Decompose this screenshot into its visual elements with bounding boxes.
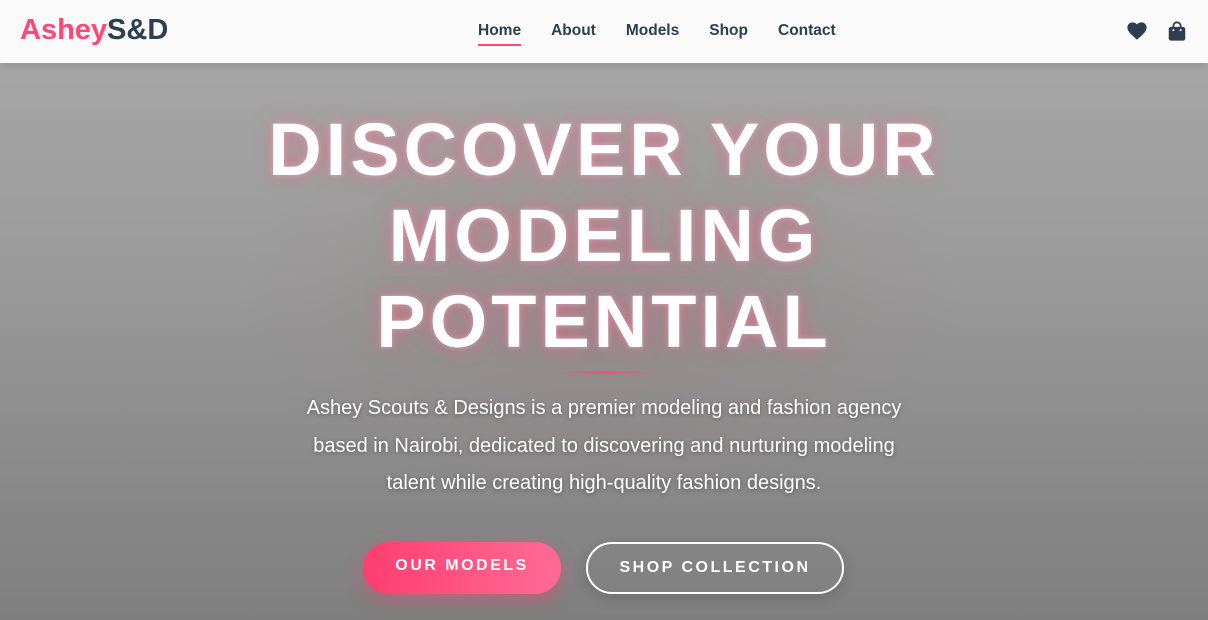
heart-icon[interactable] bbox=[1126, 20, 1148, 42]
shopping-bag-icon[interactable] bbox=[1166, 20, 1188, 42]
hero-title-line-2: MODELING bbox=[388, 194, 820, 277]
nav-link-about[interactable]: About bbox=[551, 22, 596, 44]
hero-title-line-3: POTENTIAL bbox=[376, 280, 832, 363]
brand-logo[interactable]: AsheyS&D bbox=[20, 14, 168, 47]
nav-link-contact[interactable]: Contact bbox=[778, 22, 836, 44]
our-models-button[interactable]: OUR MODELS bbox=[363, 542, 561, 594]
hero-title-line-1: DISCOVER YOUR bbox=[268, 108, 940, 191]
shop-collection-button[interactable]: SHOP COLLECTION bbox=[586, 542, 844, 594]
nav-link-home[interactable]: Home bbox=[478, 22, 522, 46]
title-divider bbox=[554, 371, 654, 374]
hero-section: DISCOVER YOUR MODELING POTENTIAL Ashey S… bbox=[0, 63, 1208, 620]
brand-name-part2: S&D bbox=[107, 14, 169, 46]
main-nav: Home About Models Shop Contact bbox=[478, 22, 836, 46]
nav-link-shop[interactable]: Shop bbox=[709, 22, 748, 44]
brand-name-part1: Ashey bbox=[20, 14, 108, 46]
header-actions bbox=[1126, 20, 1188, 42]
site-header: AsheyS&D Home About Models Shop Contact bbox=[0, 0, 1208, 63]
hero-title: DISCOVER YOUR MODELING POTENTIAL bbox=[0, 107, 1208, 365]
nav-link-models[interactable]: Models bbox=[626, 22, 679, 44]
hero-description: Ashey Scouts & Designs is a premier mode… bbox=[306, 397, 902, 494]
